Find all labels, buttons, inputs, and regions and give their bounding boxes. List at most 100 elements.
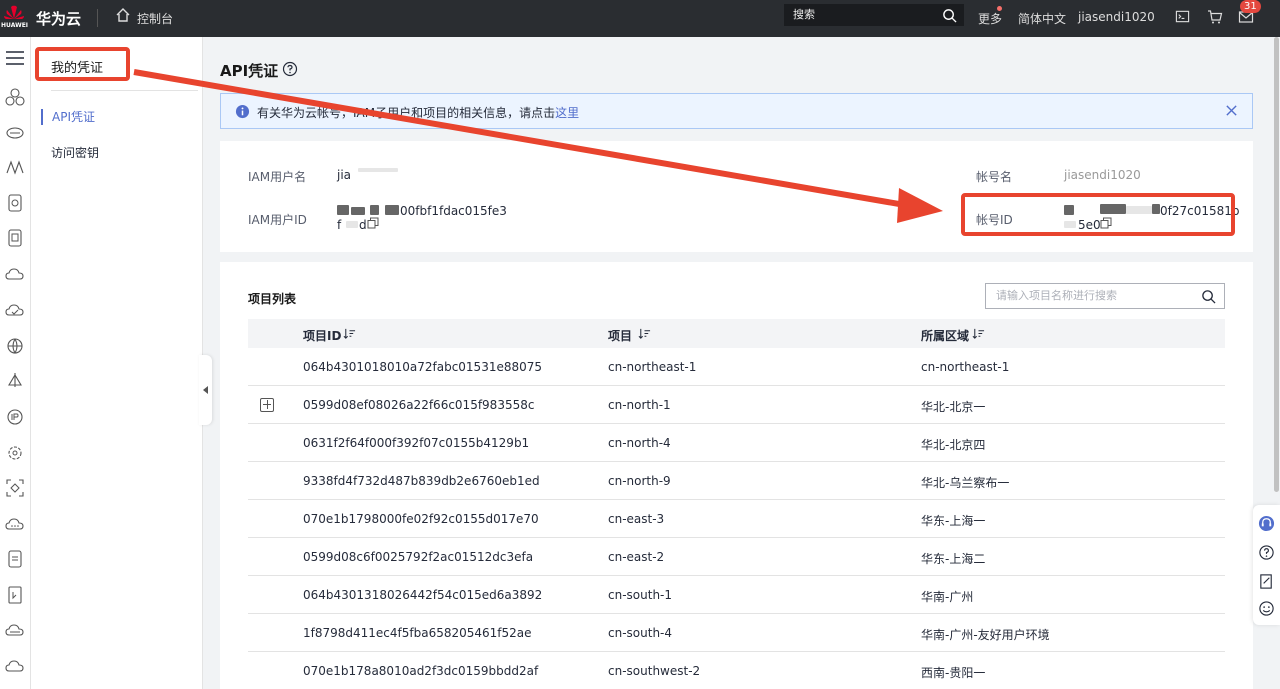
scrollbar-thumb[interactable] xyxy=(1274,37,1279,492)
brand-name[interactable]: 华为云 xyxy=(36,8,81,29)
submenu-item-api-credentials[interactable]: API凭证 xyxy=(41,109,95,125)
sail-icon[interactable] xyxy=(4,370,26,392)
cloud-outline-icon[interactable] xyxy=(4,655,26,677)
database-icon[interactable] xyxy=(4,227,26,249)
project-id-cell: 0631f2f64f000f392f07c0155b4129b1 xyxy=(303,436,530,450)
region-cell: 西南-贵阳一 xyxy=(921,666,986,680)
divider xyxy=(97,9,98,27)
service-cluster-icon[interactable] xyxy=(4,86,26,108)
project-id-cell: 064b4301318026442f54c015ed6a3892 xyxy=(303,588,543,602)
column-header-project-id[interactable]: 项目ID xyxy=(303,327,341,344)
gear-shield-icon[interactable] xyxy=(4,442,26,464)
search-placeholder: 请输入项目名称进行搜索 xyxy=(996,289,1117,302)
globe-icon[interactable] xyxy=(4,335,26,357)
help-icon[interactable] xyxy=(1258,544,1275,564)
project-cell: cn-northeast-1 xyxy=(608,360,697,374)
search-icon[interactable] xyxy=(942,8,957,30)
cart-icon[interactable] xyxy=(1207,9,1223,28)
service-icon-sidebar xyxy=(0,37,31,689)
table-row: 064b4301318026442f54c015ed6a3892 cn-sout… xyxy=(248,576,1225,614)
project-cell: cn-south-1 xyxy=(608,588,673,602)
iam-username-label: IAM用户名 xyxy=(248,170,307,184)
region-cell: 华东-上海二 xyxy=(921,552,986,566)
project-cell: cn-north-1 xyxy=(608,398,671,412)
redaction-mask xyxy=(358,168,398,172)
close-icon[interactable] xyxy=(1225,104,1238,120)
scan-icon[interactable] xyxy=(4,477,26,499)
collapse-sidebar-button[interactable] xyxy=(199,355,212,425)
sort-icon[interactable] xyxy=(343,327,356,343)
annotation-highlight-box xyxy=(961,193,1235,236)
home-icon[interactable] xyxy=(115,7,131,26)
huawei-logo-icon[interactable]: HUAWEI xyxy=(1,2,28,34)
expand-row-icon[interactable] xyxy=(260,398,274,412)
ip-icon[interactable] xyxy=(4,406,26,428)
project-id-cell: 1f8798d411ec4f5fba658205461f52ae xyxy=(303,626,532,640)
redaction-mask xyxy=(346,221,358,228)
table-row: 070e1b178a8010ad2f3dc0159bbdd2af cn-sout… xyxy=(248,652,1225,689)
info-icon xyxy=(235,104,250,122)
region-cell: 华北-北京一 xyxy=(921,400,986,414)
page-title: API凭证 xyxy=(220,62,279,80)
cloud-server-icon[interactable] xyxy=(4,121,26,143)
submenu-item-access-keys[interactable]: 访问密钥 xyxy=(51,144,99,161)
notice-text: 有关华为云帐号，IAM子用户和项目的相关信息，请点击这里 xyxy=(257,104,579,121)
project-search-input[interactable]: 请输入项目名称进行搜索 xyxy=(985,283,1225,309)
table-header: 项目ID 项目 所属区域 xyxy=(248,319,1225,348)
cloud-bar-icon[interactable] xyxy=(4,619,26,641)
iam-user-id-value-line2: f xyxy=(337,218,342,232)
console-link[interactable]: 控制台 xyxy=(137,10,173,27)
region-cell: 华南-广州-友好用户环境 xyxy=(921,628,1050,642)
project-table: 项目ID 项目 所属区域 064b4301018010a72fabc01531e… xyxy=(248,319,1225,689)
terminal-icon[interactable] xyxy=(1175,9,1190,27)
annotation-highlight-box xyxy=(35,47,130,81)
cloud-icon[interactable] xyxy=(4,263,26,285)
scrollbar[interactable] xyxy=(1273,37,1280,492)
project-cell: cn-south-4 xyxy=(608,626,673,640)
top-navigation-bar: HUAWEI 华为云 控制台 搜索 更多 简体中文 jiasendi1020 3… xyxy=(0,0,1280,37)
more-menu[interactable]: 更多 xyxy=(978,10,1002,27)
project-cell: cn-east-3 xyxy=(608,512,665,526)
language-selector[interactable]: 简体中文 xyxy=(1018,10,1066,27)
search-icon[interactable] xyxy=(1201,289,1216,313)
user-menu[interactable]: jiasendi1020 xyxy=(1078,10,1155,24)
global-search-input[interactable]: 搜索 xyxy=(784,4,964,26)
document-icon[interactable] xyxy=(4,548,26,570)
info-notice: 有关华为云帐号，IAM子用户和项目的相关信息，请点击这里 xyxy=(220,93,1253,129)
redaction-mask xyxy=(351,207,365,215)
column-header-project[interactable]: 项目 xyxy=(608,327,632,344)
smiley-icon[interactable] xyxy=(1258,600,1275,620)
copy-icon[interactable] xyxy=(367,217,379,232)
project-id-cell: 070e1b178a8010ad2f3dc0159bbdd2af xyxy=(303,664,539,678)
floating-tools-panel xyxy=(1253,505,1280,625)
table-row: 1f8798d411ec4f5fba658205461f52ae cn-sout… xyxy=(248,614,1225,652)
project-id-cell: 064b4301018010a72fabc01531e88075 xyxy=(303,360,543,374)
region-cell: 华南-广州 xyxy=(921,590,974,604)
table-row: 0631f2f64f000f392f07c0155b4129b1 cn-nort… xyxy=(248,424,1225,462)
table-row: 0599d08ef08026a22f66c015f983558c cn-nort… xyxy=(248,386,1225,424)
column-header-region[interactable]: 所属区域 xyxy=(921,327,969,344)
iam-user-id-label: IAM用户ID xyxy=(248,213,307,227)
project-id-cell: 0599d08c6f0025792f2ac01512dc3efa xyxy=(303,550,534,564)
table-row: 0599d08c6f0025792f2ac01512dc3efa cn-east… xyxy=(248,538,1225,576)
account-name-value: jiasendi1020 xyxy=(1064,168,1141,182)
cloud-security-icon[interactable] xyxy=(4,299,26,321)
help-icon[interactable] xyxy=(282,61,298,80)
mail-count-badge: 31 xyxy=(1240,0,1261,13)
project-list-title: 项目列表 xyxy=(248,292,297,306)
file-icon[interactable] xyxy=(4,584,26,606)
network-icon[interactable] xyxy=(4,156,26,178)
project-cell: cn-east-2 xyxy=(608,550,665,564)
storage-icon[interactable] xyxy=(4,192,26,214)
cloud-dots-icon[interactable] xyxy=(4,513,26,535)
sort-icon[interactable] xyxy=(972,327,985,343)
hamburger-menu-icon[interactable] xyxy=(4,47,26,69)
customer-service-icon[interactable] xyxy=(1258,515,1275,535)
search-placeholder: 搜索 xyxy=(793,8,815,21)
project-id-cell: 9338fd4f732d487b839db2e6760eb1ed xyxy=(303,474,540,488)
sort-icon[interactable] xyxy=(638,327,651,343)
project-cell: cn-north-4 xyxy=(608,436,671,450)
feedback-icon[interactable] xyxy=(1258,573,1275,593)
notice-link[interactable]: 这里 xyxy=(555,106,579,120)
redaction-mask xyxy=(385,205,399,215)
